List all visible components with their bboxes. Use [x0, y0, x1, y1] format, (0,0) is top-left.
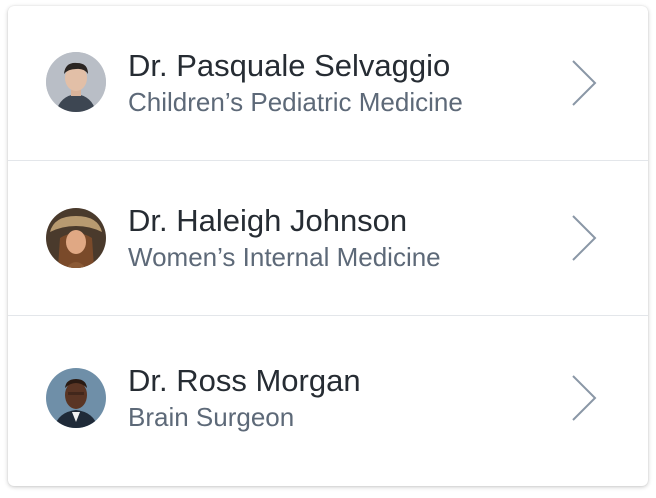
person-avatar-icon — [46, 368, 106, 428]
person-avatar-icon — [46, 52, 106, 112]
person-avatar-icon — [46, 208, 106, 268]
chevron-right-icon[interactable] — [570, 374, 598, 422]
doctor-specialty: Brain Surgeon — [128, 402, 295, 432]
chevron-right-icon[interactable] — [570, 214, 598, 262]
doctor-specialty: Women’s Internal Medicine — [128, 242, 441, 272]
doctor-row-pasquale-selvaggio[interactable]: Dr. Pasquale Selvaggio Children’s Pediat… — [8, 6, 648, 161]
doctor-name: Dr. Haleigh Johnson — [128, 203, 408, 238]
doctor-info: Dr. Haleigh Johnson Women’s Internal Med… — [128, 202, 441, 274]
chevron-right-icon[interactable] — [570, 59, 598, 107]
doctor-avatar — [46, 208, 106, 268]
doctor-specialty: Children’s Pediatric Medicine — [128, 87, 463, 117]
doctor-name: Dr. Ross Morgan — [128, 363, 361, 398]
doctor-info: Dr. Ross Morgan Brain Surgeon — [128, 362, 361, 434]
doctor-row-haleigh-johnson[interactable]: Dr. Haleigh Johnson Women’s Internal Med… — [8, 161, 648, 316]
doctor-name: Dr. Pasquale Selvaggio — [128, 48, 451, 83]
doctor-list-card: Dr. Pasquale Selvaggio Children’s Pediat… — [8, 6, 648, 486]
doctor-avatar — [46, 368, 106, 428]
doctor-row-ross-morgan[interactable]: Dr. Ross Morgan Brain Surgeon — [8, 316, 648, 480]
doctor-info: Dr. Pasquale Selvaggio Children’s Pediat… — [128, 47, 463, 119]
doctor-avatar — [46, 52, 106, 112]
